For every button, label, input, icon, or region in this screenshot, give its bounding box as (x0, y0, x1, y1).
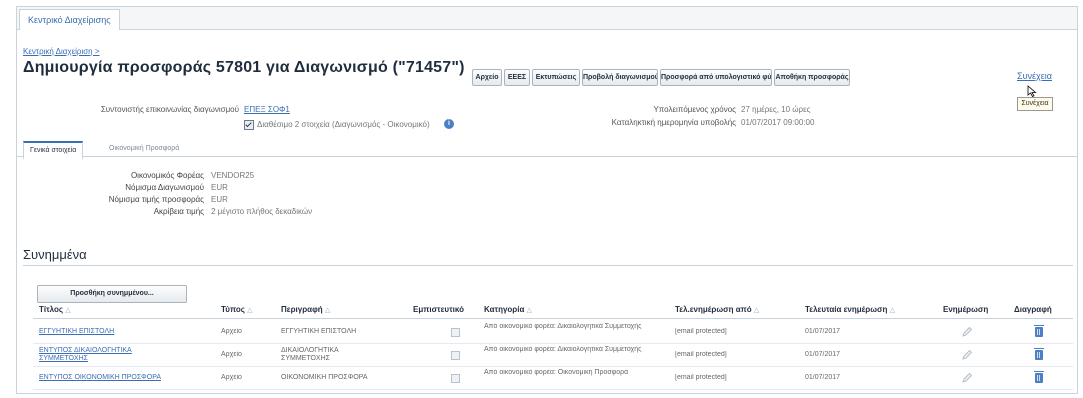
cell-description: ΔΙΚΑΙΟΛΟΓΗΤΙΚΑ ΣΥΜΜΕΤΟΧΗΣ (281, 347, 339, 362)
cell-type: Αρχείο (221, 374, 242, 381)
remaining-time-label: Υπολειπόμενος χρόνος (653, 105, 736, 114)
confidential-checkbox (451, 328, 460, 337)
cell-title[interactable]: ΕΝΤΥΠΟΣ ΟΙΚΟΝΟΜΙΚΗ ΠΡΟΣΦΟΡΑ (39, 374, 219, 382)
contact-label: Συντονιστής επικοινωνίας διαγωνισμού (100, 105, 239, 114)
tooltip: Συνέχεια (1017, 97, 1053, 111)
cell-updated-by: [email protected] (675, 328, 727, 335)
remaining-time-value: 27 ημέρες, 10 ώρες (741, 105, 811, 114)
contact-value[interactable]: ΕΠΕΞ ΣΟΦ1 (244, 105, 290, 114)
section-divider (23, 265, 1073, 266)
main-frame: Κεντρικό Διαχείρισης Κεντρική Διαχείριση… (16, 6, 1078, 394)
checkbox-icon[interactable] (244, 120, 254, 130)
cell-category: Από οικονομικό φορέα: Δικαιολογητικά Συμ… (484, 323, 642, 330)
add-attachment-button[interactable]: Προσθήκη συνημμένου... (37, 285, 187, 303)
table-header: Τίτλος △ Τύπος △ Περιγραφή △ Εμπιστευτικ… (33, 304, 1073, 319)
detail-value-operator: VENDOR25 (211, 171, 255, 180)
detail-value-price-precision: 2 μέγιστο πλήθος δεκαδικών (211, 207, 313, 216)
cell-title[interactable]: ΕΓΓΥΗΤΙΚΗ ΕΠΙΣΤΟΛΗ (39, 328, 209, 336)
trash-icon[interactable] (1034, 325, 1044, 337)
cell-updated-on: 01/07/2017 (805, 351, 841, 358)
info-icon[interactable]: i (444, 119, 454, 129)
prints-button[interactable]: Εκτυπώσεις (532, 69, 580, 86)
cell-description: ΕΓΓΥΗΤΙΚΗ ΕΠΙΣΤΟΛΗ (281, 328, 357, 335)
col-type[interactable]: Τύπος △ (221, 305, 253, 314)
confidential-checkbox (451, 351, 460, 360)
sub-tab-bar: Γενικά στοιχεία Οικονομική Προσφορά (17, 138, 1077, 160)
cell-updated-on: 01/07/2017 (805, 328, 841, 335)
tab-general-info[interactable]: Γενικά στοιχεία (23, 141, 84, 160)
continue-link[interactable]: Συνέχεια (1017, 71, 1052, 81)
trash-icon[interactable] (1034, 348, 1044, 360)
cell-updated-by: [email protected] (675, 374, 727, 381)
col-confidential: Εμπιστευτικό (413, 305, 464, 314)
detail-value-bid-currency: EUR (211, 195, 228, 204)
page-title: Δημιουργία προσφοράς 57801 για Διαγωνισμ… (23, 59, 465, 76)
col-title[interactable]: Τίτλος △ (39, 305, 71, 314)
breadcrumb[interactable]: Κεντρική Διαχείριση > (23, 47, 100, 56)
cell-type: Αρχείο (221, 328, 242, 335)
close-time-label: Καταληκτική ημερομηνία υποβολής (611, 118, 736, 127)
cell-description: ΟΙΚΟΝΟΜΙΚΗ ΠΡΟΣΦΟΡΑ (281, 374, 368, 381)
close-time-value: 01/07/2017 09:00:00 (741, 118, 815, 127)
pencil-icon[interactable] (961, 349, 973, 361)
col-description[interactable]: Περιγραφή △ (281, 305, 330, 314)
confidential-checkbox (451, 374, 460, 383)
top-tab-home[interactable]: Κεντρικό Διαχείρισης (19, 9, 120, 30)
cell-category: Από οικονομικό φορέα: Οικονομική Προσφορ… (484, 369, 629, 376)
spreadsheet-bid-button[interactable]: Προσφορά από υπολογιστικό φύλλο (660, 69, 772, 86)
tab-financial-offer[interactable]: Οικονομική Προσφορά (103, 141, 185, 156)
col-category[interactable]: Κατηγορία △ (484, 305, 532, 314)
cell-type: Αρχείο (221, 351, 242, 358)
col-updated-by[interactable]: Τελ.ενημέρωση από △ (675, 305, 759, 314)
detail-label-price-precision: Ακρίβεια τιμής (153, 207, 204, 216)
detail-value-tender-currency: EUR (211, 183, 228, 192)
detail-label-bid-currency: Νόμισμα τιμής προσφοράς (108, 195, 204, 204)
table-row: ΕΝΤΥΠΟΣ ΟΙΚΟΝΟΜΙΚΗ ΠΡΟΣΦΟΡΑ Αρχείο ΟΙΚΟΝ… (33, 367, 1073, 390)
trash-icon[interactable] (1034, 371, 1044, 383)
col-delete: Διαγραφή (1014, 305, 1052, 314)
col-update: Ενημέρωση (943, 305, 989, 314)
top-tab-bar: Κεντρικό Διαχείρισης (17, 7, 1077, 30)
table-row: ΕΝΤΥΠΟΣ ΔΙΚΑΙΟΛΟΓΗΤΙΚΑ ΣΥΜΜΕΤΟΧΗΣ Αρχείο… (33, 344, 1073, 367)
cell-updated-by: [email protected] (675, 351, 727, 358)
attachments-title: Συνημμένα (23, 247, 87, 262)
espd-button[interactable]: ΕΕΕΣ (504, 69, 530, 86)
table-row: ΕΓΓΥΗΤΙΚΗ ΕΠΙΣΤΟΛΗ Αρχείο ΕΓΓΥΗΤΙΚΗ ΕΠΙΣ… (33, 321, 1073, 344)
pencil-icon[interactable] (961, 372, 973, 384)
col-updated-on[interactable]: Τελευταία ενημέρωση △ (805, 305, 895, 314)
checkbox-label: Διαθέσιμο 2 στοιχεία (Διαγωνισμός - Οικο… (257, 120, 430, 129)
file-button[interactable]: Αρχείο (472, 69, 502, 86)
detail-label-tender-currency: Νόμισμα Διαγωνισμού (125, 183, 204, 192)
save-bid-button[interactable]: Αποθήκη προσφοράς (774, 69, 850, 86)
cell-updated-on: 01/07/2017 (805, 374, 841, 381)
view-tender-button[interactable]: Προβολή διαγωνισμού (582, 69, 658, 86)
cell-title[interactable]: ΕΝΤΥΠΟΣ ΔΙΚΑΙΟΛΟΓΗΤΙΚΑ ΣΥΜΜΕΤΟΧΗΣ (39, 347, 169, 363)
pencil-icon[interactable] (961, 326, 973, 338)
cursor-icon (1027, 85, 1037, 97)
detail-label-operator: Οικονομικός Φορέας (130, 171, 204, 180)
cell-category: Από οικονομικό φορέα: Δικαιολογητικά Συμ… (484, 346, 642, 353)
